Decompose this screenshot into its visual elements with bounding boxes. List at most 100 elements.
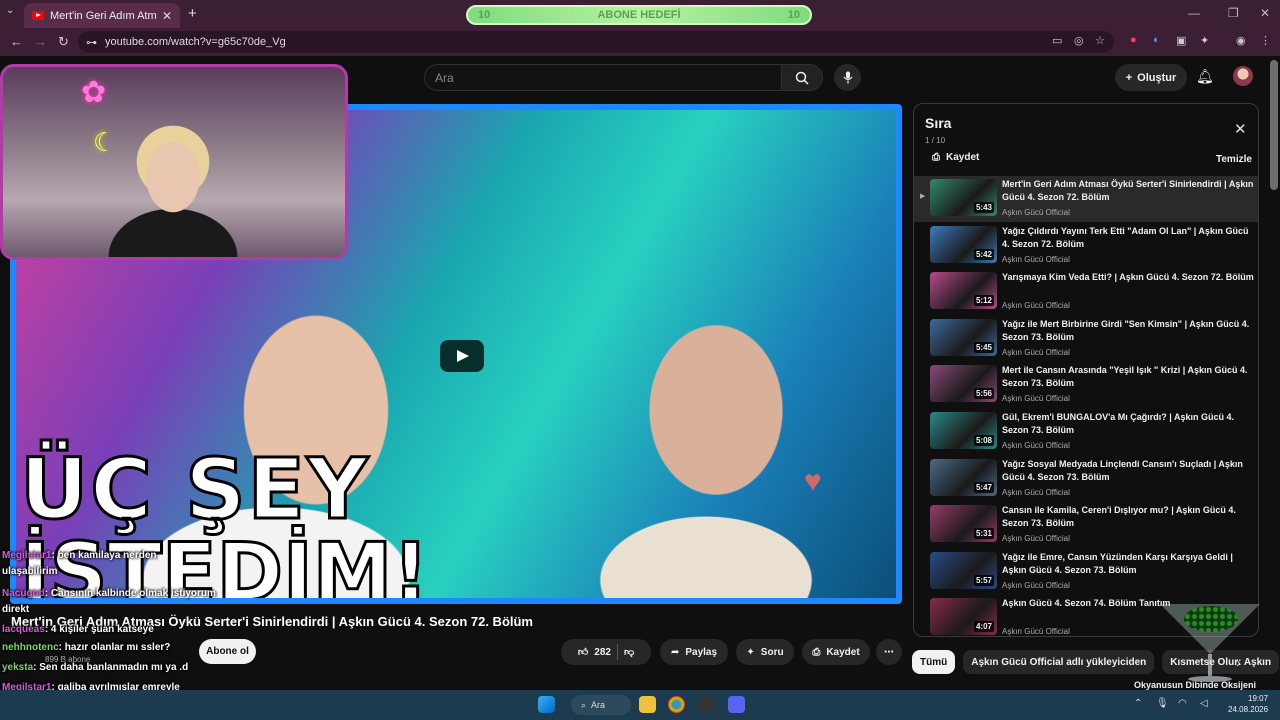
video-duration: 5:56 <box>973 388 994 400</box>
taskbar-search[interactable]: ⌕ Ara <box>571 695 631 715</box>
queue-item[interactable]: 5:08 Gül, Ekrem'i BUNGALOV'a Mı Çağırdı? … <box>914 409 1258 455</box>
queue-thumbnail[interactable]: 5:12 <box>930 272 997 310</box>
save-button[interactable]: ⎙ Kaydet <box>802 639 870 665</box>
account-avatar[interactable] <box>1233 66 1253 86</box>
queue-clear-button[interactable]: Temizle <box>1216 154 1252 165</box>
back-icon[interactable]: ← <box>10 34 23 49</box>
queue-item-channel[interactable]: Aşkın Gücü Official <box>1002 348 1070 357</box>
new-tab-icon[interactable]: + <box>188 5 197 22</box>
minimize-icon[interactable]: — <box>1188 6 1200 20</box>
queue-item-channel[interactable]: Aşkın Gücü Official <box>1002 534 1070 543</box>
share-icon: ➦ <box>670 646 680 658</box>
queue-item-channel[interactable]: Aşkın Gücü Official <box>1002 301 1070 310</box>
obs-icon[interactable] <box>698 696 715 713</box>
windows-start-icon[interactable] <box>538 696 555 713</box>
play-button[interactable] <box>440 340 484 372</box>
queue-title: Sıra <box>925 115 952 131</box>
queue-item-title[interactable]: Gül, Ekrem'i BUNGALOV'a Mı Çağırdı? | Aş… <box>1002 411 1254 437</box>
sparkle-icon: ✦ <box>746 646 755 658</box>
tray-chevron-icon[interactable]: ⌃ <box>1134 698 1142 709</box>
goal-right-count: 10 <box>787 9 800 21</box>
site-info-icon[interactable]: ⊶ <box>86 36 97 49</box>
queue-item[interactable]: 5:56 Mert ile Cansın Arasında "Yeşil Işık… <box>914 362 1258 408</box>
queue-item-title[interactable]: Yağız Çıldırdı Yayını Terk Etti "Adam Ol… <box>1002 225 1254 251</box>
queue-item-title[interactable]: Yağız Sosyal Medyada Linçlendi Cansın'ı … <box>1002 458 1254 484</box>
queue-item[interactable]: 5:57 Yağız ile Emre, Cansın Yüzünden Karş… <box>914 549 1258 595</box>
subscribe-button[interactable]: Abone ol <box>199 639 256 664</box>
profile-icon[interactable]: ◉ <box>1236 34 1246 47</box>
dislike-button[interactable]: 👎︎ <box>624 646 634 658</box>
queue-item-title[interactable]: Yağız ile Emre, Cansın Yüzünden Karşı Ka… <box>1002 551 1254 577</box>
queue-thumbnail[interactable]: 5:56 <box>930 365 997 403</box>
queue-item-title[interactable]: Yağız ile Mert Birbirine Girdi "Sen Kims… <box>1002 318 1254 344</box>
chrome-icon[interactable] <box>668 696 685 713</box>
queue-item-channel[interactable]: Aşkın Gücü Official <box>1002 488 1070 497</box>
close-tab-icon[interactable]: ✕ <box>162 9 172 23</box>
eye-off-icon[interactable]: ◎ <box>1074 34 1084 47</box>
queue-item-channel[interactable]: Aşkın Gücü Official <box>1002 255 1070 264</box>
neon-light-icon: ☾ <box>93 127 117 157</box>
queue-item[interactable]: 5:12 Yarışmaya Kim Veda Etti? | Aşkın Güc… <box>914 269 1258 315</box>
queue-thumbnail[interactable]: 5:45 <box>930 318 997 356</box>
search-button[interactable] <box>781 64 823 91</box>
tab-search-icon[interactable]: ⌄ <box>6 5 14 16</box>
queue-thumbnail[interactable]: 5:57 <box>930 551 997 589</box>
streamer-webcam-overlay: ✿ ☾ <box>0 64 348 260</box>
forward-icon[interactable]: → <box>34 34 47 49</box>
close-queue-icon[interactable]: ✕ <box>1234 120 1247 138</box>
close-window-icon[interactable]: ✕ <box>1260 6 1270 20</box>
queue-save-button[interactable]: ⎙ Kaydet <box>932 152 979 163</box>
more-actions-button[interactable]: ⋯ <box>876 639 902 665</box>
create-button[interactable]: + Oluştur <box>1115 64 1187 91</box>
queue-item-title[interactable]: Mert'in Geri Adım Atması Öykü Serter'i S… <box>1002 178 1254 204</box>
extensions-puzzle-icon[interactable]: ✦ <box>1200 34 1209 47</box>
address-bar[interactable]: ⊶ youtube.com/watch?v=g65c70de_Vg <box>78 31 1114 53</box>
queue-item-channel[interactable]: Aşkın Gücü Official <box>1002 441 1070 450</box>
voice-search-button[interactable] <box>834 64 861 91</box>
queue-item-channel[interactable]: Aşkın Gücü Official <box>1002 208 1070 217</box>
tray-mic-icon[interactable]: 🎙︎ <box>1156 698 1169 709</box>
bookmark-star-icon[interactable]: ☆ <box>1095 34 1105 47</box>
queue-item[interactable]: 5:31 Cansın ile Kamila, Ceren'i Dışlıyor … <box>914 502 1258 548</box>
queue-thumbnail[interactable]: 5:08 <box>930 412 997 449</box>
browser-menu-icon[interactable]: ⋮ <box>1260 34 1271 47</box>
queue-thumbnail[interactable]: 5:47 <box>930 458 997 496</box>
filter-chip[interactable]: Aşkın Gücü Official adlı yükleyiciden <box>963 650 1155 674</box>
queue-item-title[interactable]: Mert ile Cansın Arasında "Yeşil Işık " K… <box>1002 364 1254 390</box>
file-explorer-icon[interactable] <box>639 696 656 713</box>
queue-item[interactable]: 5:47 Yağız Sosyal Medyada Linçlendi Cansı… <box>914 456 1258 502</box>
browser-tab[interactable]: Mert'in Geri Adım Atması Öykü S ✕ <box>24 3 180 28</box>
queue-item[interactable]: ▶ 5:43 Mert'in Geri Adım Atması Öykü Serte… <box>914 176 1258 222</box>
extension-red-icon[interactable]: ● <box>1130 34 1137 46</box>
extension-audio-icon[interactable]: ◖ <box>1152 34 1159 46</box>
cast-icon[interactable]: ▭ <box>1052 34 1062 47</box>
page-scrollbar[interactable] <box>1270 60 1278 190</box>
like-button[interactable]: 👍︎ 282 <box>578 646 611 659</box>
tray-wifi-icon[interactable]: ◠ <box>1178 698 1187 709</box>
reload-icon[interactable]: ↻ <box>58 34 69 50</box>
share-button[interactable]: ➦ Paylaş <box>660 639 728 665</box>
tray-volume-icon[interactable]: ◁ <box>1200 698 1208 709</box>
queue-item-channel[interactable]: Aşkın Gücü Official <box>1002 581 1070 590</box>
notifications-bell-icon[interactable]: 🔔︎ <box>1196 68 1214 85</box>
queue-thumbnail[interactable]: 4:07 <box>930 598 997 636</box>
queue-item-channel[interactable]: Aşkın Gücü Official <box>1002 394 1070 403</box>
filter-chip[interactable]: Tümü <box>912 650 956 674</box>
queue-thumbnail[interactable]: 5:31 <box>930 505 997 543</box>
search-input[interactable]: Ara <box>424 64 782 91</box>
queue-thumbnail[interactable]: 5:42 <box>930 225 997 263</box>
queue-item-title[interactable]: Yarışmaya Kim Veda Etti? | Aşkın Gücü 4.… <box>1002 271 1254 284</box>
queue-save-label: Kaydet <box>946 152 980 163</box>
maximize-icon[interactable]: ❐ <box>1228 6 1239 20</box>
queue-item-title[interactable]: Cansın ile Kamila, Ceren'i Dışlıyor mu? … <box>1002 504 1254 530</box>
queue-item[interactable]: 5:42 Yağız Çıldırdı Yayını Terk Etti "Ada… <box>914 223 1258 269</box>
olives <box>1184 606 1238 632</box>
ask-button[interactable]: ✦ Soru <box>736 639 794 665</box>
extension-box-icon[interactable]: ▣ <box>1176 34 1186 47</box>
queue-item[interactable]: 5:45 Yağız ile Mert Birbirine Girdi "Sen … <box>914 316 1258 362</box>
queue-thumbnail[interactable]: 5:43 <box>930 179 997 216</box>
taskbar-clock[interactable]: 19:07 24.08.2026 <box>1228 693 1268 715</box>
queue-item-channel[interactable]: Aşkın Gücü Official <box>1002 627 1070 636</box>
discord-icon[interactable] <box>728 696 745 713</box>
chat-message: Megilstar1: ben kamilaya nerden <box>2 550 157 561</box>
